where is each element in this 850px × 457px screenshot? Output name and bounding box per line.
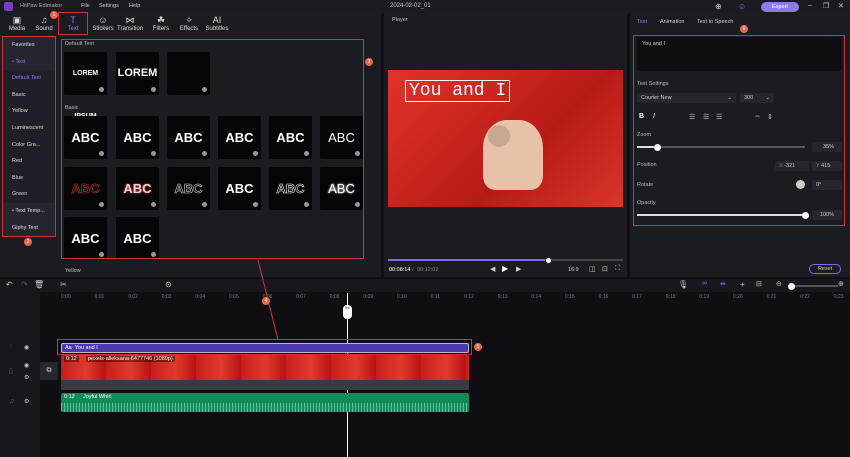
tool-label: Media xyxy=(8,26,26,32)
tool-subtitles[interactable]: AI Subtitles xyxy=(204,15,230,32)
tool-label: Subtitles xyxy=(205,26,229,32)
subtitles-icon: AI xyxy=(212,15,222,25)
annotation-badge: 6 xyxy=(740,25,748,33)
tool-label: Text xyxy=(67,26,79,32)
annotation-arrow xyxy=(257,259,279,341)
annotation-badge: 1 xyxy=(50,11,58,19)
tool-filters[interactable]: ☘ Filters xyxy=(148,15,174,32)
filter-icon: ☘ xyxy=(156,15,166,25)
tool-label: Transition xyxy=(117,26,144,32)
tool-label: Sound xyxy=(35,26,53,32)
tool-text[interactable]: T Text xyxy=(60,15,86,32)
media-icon: ▣ xyxy=(12,15,22,25)
tool-label: Stickers xyxy=(92,26,114,32)
tool-label: Filters xyxy=(152,26,170,32)
annotation-badge: 5 xyxy=(474,343,482,351)
tool-effects[interactable]: ✧ Effects xyxy=(176,15,202,32)
annotation-badge: 2 xyxy=(24,238,32,246)
tool-media[interactable]: ▣ Media xyxy=(4,15,30,32)
effects-icon: ✧ xyxy=(185,15,193,25)
transition-icon: ⋈ xyxy=(125,15,135,25)
annotation-badge: 3 xyxy=(365,58,373,66)
tool-label: Effects xyxy=(179,26,199,32)
text-icon: T xyxy=(70,15,76,25)
tool-stickers[interactable]: ☺ Stickers xyxy=(90,15,116,32)
tool-transition[interactable]: ⋈ Transition xyxy=(117,15,143,32)
sticker-icon: ☺ xyxy=(98,15,108,25)
annotation-badge: 4 xyxy=(262,297,270,305)
